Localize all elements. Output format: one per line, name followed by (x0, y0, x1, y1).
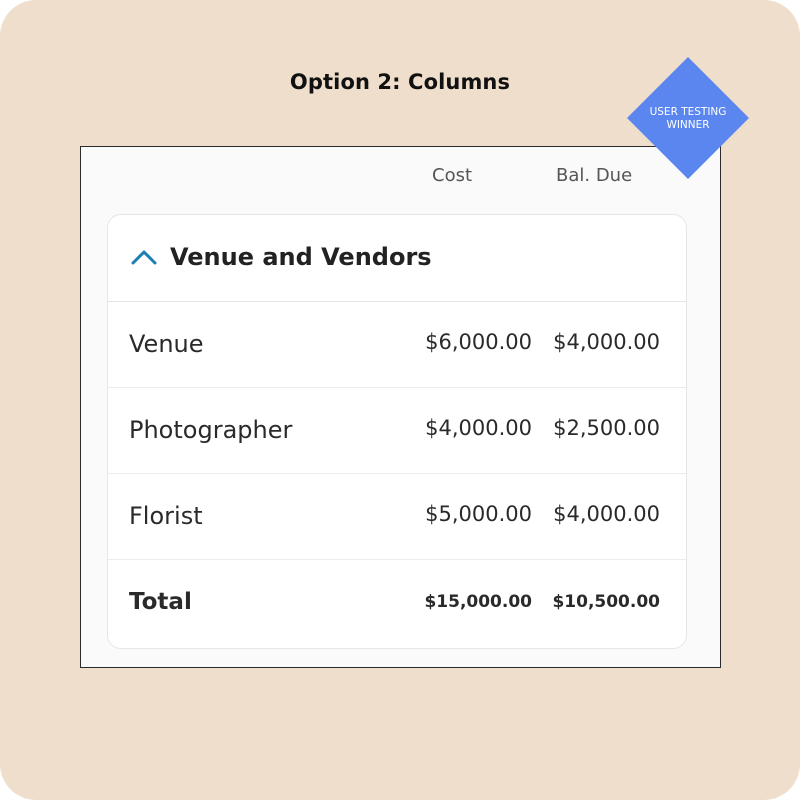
section-card: Venue and Vendors Venue $6,000.00 $4,000… (107, 214, 687, 649)
section-toggle[interactable]: Venue and Vendors (108, 215, 686, 302)
total-label: Total (129, 589, 192, 615)
row-balance-due: $4,000.00 (553, 502, 660, 526)
chevron-up-icon[interactable] (130, 247, 158, 267)
badge-line-1: USER TESTING (649, 106, 727, 118)
total-balance-due: $10,500.00 (552, 592, 660, 612)
row-label: Venue (129, 330, 204, 358)
budget-panel: Cost Bal. Due Venue and Vendors Venue $6… (80, 146, 721, 668)
row-balance-due: $4,000.00 (553, 330, 660, 354)
row-label: Photographer (129, 416, 293, 444)
total-row: Total $15,000.00 $10,500.00 (108, 561, 686, 647)
page-background: Option 2: Columns Cost Bal. Due Venue an… (0, 0, 800, 800)
row-balance-due: $2,500.00 (553, 416, 660, 440)
section-title: Venue and Vendors (170, 243, 432, 271)
row-cost: $6,000.00 (425, 330, 532, 354)
badge-label: USER TESTING WINNER (627, 106, 749, 132)
column-header-balance-due: Bal. Due (556, 165, 633, 186)
table-row: Venue $6,000.00 $4,000.00 (108, 302, 686, 388)
total-cost: $15,000.00 (424, 592, 532, 612)
row-cost: $5,000.00 (425, 502, 532, 526)
table-row: Photographer $4,000.00 $2,500.00 (108, 388, 686, 474)
user-testing-winner-badge: USER TESTING WINNER (627, 57, 749, 179)
row-cost: $4,000.00 (425, 416, 532, 440)
row-label: Florist (129, 502, 203, 530)
badge-line-2: WINNER (666, 119, 710, 131)
table-row: Florist $5,000.00 $4,000.00 (108, 474, 686, 560)
column-header-cost: Cost (432, 165, 473, 186)
